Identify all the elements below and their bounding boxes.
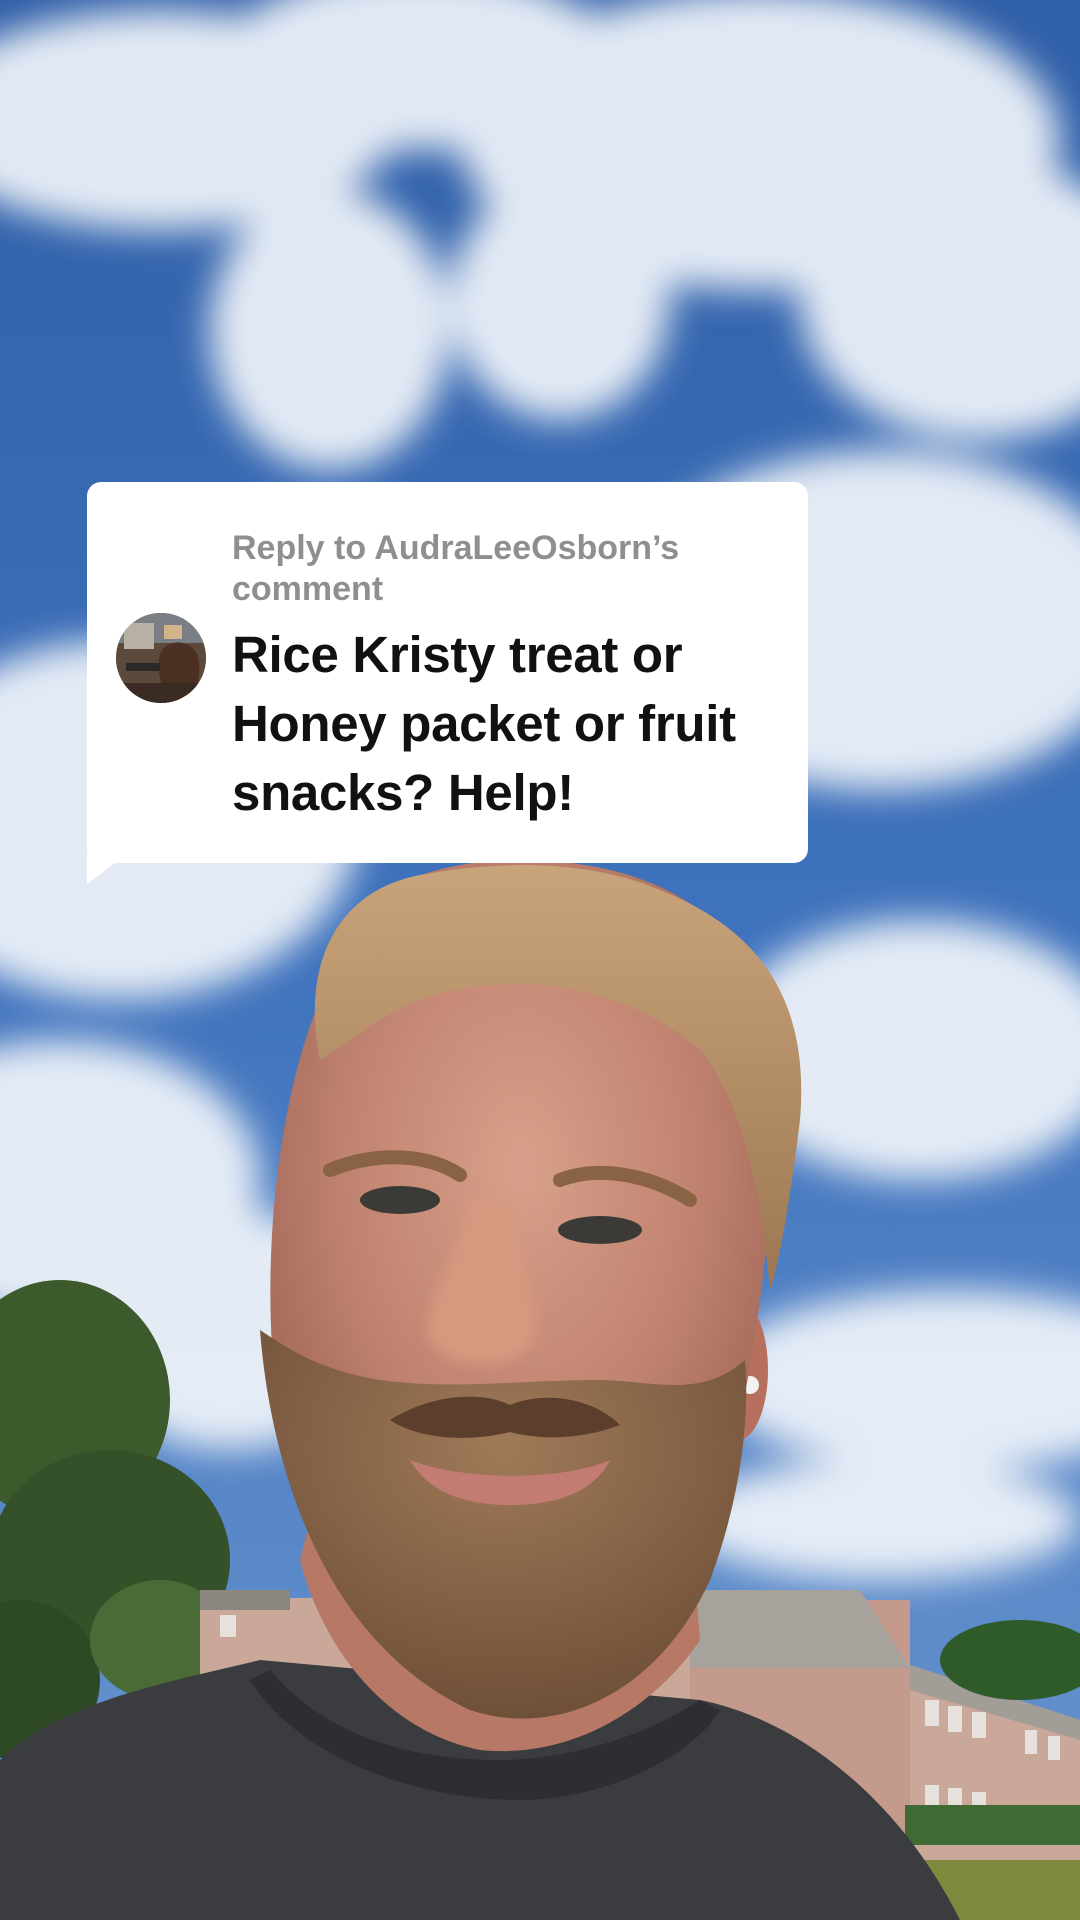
video-background xyxy=(0,0,1080,1920)
video-frame: Reply to AudraLeeOsborn’s comment Rice K… xyxy=(0,0,1080,1920)
sticker-tail xyxy=(87,854,127,884)
avatar-photo-icon xyxy=(116,613,206,703)
commenter-avatar[interactable] xyxy=(116,613,206,703)
reply-to-header: Reply to AudraLeeOsborn’s comment xyxy=(232,529,680,608)
comment-text: Rice Kristy treat or Honey packet or fru… xyxy=(232,626,736,821)
reply-comment-sticker[interactable]: Reply to AudraLeeOsborn’s comment Rice K… xyxy=(87,482,808,884)
